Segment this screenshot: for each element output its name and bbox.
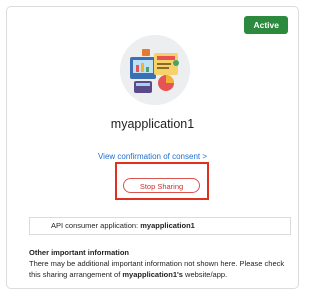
sharing-card: Active myapplication1 View confirmation … — [6, 6, 299, 289]
budget-planning-illustration-icon — [120, 35, 190, 105]
info-heading: Other important information — [29, 248, 129, 257]
info-body-end: website/app. — [182, 270, 228, 279]
consumer-row: API consumer application: myapplication1 — [29, 217, 291, 235]
view-consent-link[interactable]: View confirmation of consent > — [7, 152, 298, 161]
status-badge: Active — [244, 16, 288, 34]
stop-sharing-button[interactable]: Stop Sharing — [123, 178, 200, 193]
consumer-value: myapplication1 — [140, 221, 195, 230]
app-title: myapplication1 — [110, 117, 195, 131]
consumer-label: API consumer application: — [51, 221, 139, 230]
info-body-app: myapplication1's — [122, 270, 183, 279]
info-section: Other important information There may be… — [29, 247, 295, 280]
info-body: There may be additional important inform… — [29, 258, 295, 280]
